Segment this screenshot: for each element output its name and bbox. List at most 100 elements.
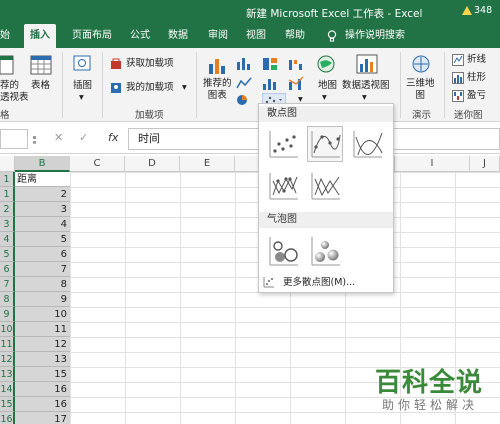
maps-button[interactable]: 地图 <box>318 80 337 92</box>
table-cell[interactable]: 16 <box>15 397 70 412</box>
scatter-straight-lines-option[interactable] <box>307 168 343 204</box>
scatter-basic-option[interactable] <box>265 126 301 162</box>
table-cell[interactable]: 5 <box>15 232 70 247</box>
table-cell[interactable]: 3 <box>15 202 70 217</box>
hierarchy-chart-icon[interactable] <box>262 56 278 70</box>
scatter-smooth-lines-option[interactable] <box>349 126 385 162</box>
table-cell[interactable]: 距离 <box>15 172 70 187</box>
row-header[interactable]: 1 <box>0 172 15 187</box>
row-header[interactable]: 8 <box>0 292 15 307</box>
column-chart-icon[interactable] <box>236 56 252 70</box>
my-addins-dropdown-icon[interactable]: ▾ <box>182 82 187 94</box>
watermark-title: 百科全说 <box>375 368 484 398</box>
row-header[interactable]: 9 <box>0 307 15 322</box>
illustrations-button[interactable]: 插图 <box>73 80 92 92</box>
warning-count: 348 <box>474 4 493 16</box>
select-all-corner[interactable] <box>0 156 15 172</box>
column-header-i[interactable]: I <box>395 156 470 172</box>
table-cell[interactable]: 12 <box>15 337 70 352</box>
table-cell[interactable]: 6 <box>15 247 70 262</box>
row-header[interactable]: 4 <box>0 232 15 247</box>
tab-formulas[interactable]: 公式 <box>130 24 150 48</box>
recommended-charts-icon[interactable] <box>206 54 228 76</box>
row-header[interactable]: 16 <box>0 412 15 424</box>
pivot-table-button[interactable]: 荐的 透视表 <box>0 80 29 104</box>
get-addins-button[interactable]: 获取加载项 <box>126 58 174 70</box>
separator <box>102 52 103 118</box>
recommended-charts-button[interactable]: 推荐的 图表 <box>203 78 232 102</box>
sparkline-column-icon <box>452 72 464 84</box>
row-header[interactable]: 6 <box>0 262 15 277</box>
row-header[interactable]: 15 <box>0 397 15 412</box>
illustrations-icon[interactable] <box>73 54 91 74</box>
table-cell[interactable]: 11 <box>15 322 70 337</box>
table-cell[interactable]: 15 <box>15 367 70 382</box>
table-cell[interactable]: 4 <box>15 217 70 232</box>
row-header[interactable]: 10 <box>0 322 15 337</box>
my-addins-button[interactable]: 我的加载项 <box>126 82 174 94</box>
enter-icon[interactable]: ✓ <box>79 131 88 144</box>
table-cell[interactable]: 7 <box>15 262 70 277</box>
tab-page-layout[interactable]: 页面布局 <box>72 24 112 48</box>
sparkline-winloss-button[interactable]: 盈亏 <box>467 90 486 102</box>
table-cell[interactable]: 16 <box>15 382 70 397</box>
more-scatter-charts-link[interactable]: 更多散点图(M)... <box>283 276 355 290</box>
table-icon[interactable] <box>30 54 52 76</box>
line-chart-icon[interactable] <box>236 76 252 90</box>
map3d-button[interactable]: 三维地 图 <box>406 78 435 102</box>
table-cell[interactable]: 13 <box>15 352 70 367</box>
tab-tell-me[interactable]: 操作说明搜索 <box>345 24 405 48</box>
sparkline-line-button[interactable]: 折线 <box>467 54 486 66</box>
row-header[interactable]: 11 <box>0 337 15 352</box>
scatter-straight-markers-option[interactable] <box>265 168 301 204</box>
row-header[interactable]: 13 <box>0 367 15 382</box>
pivot-chart-button[interactable]: 数据透视图 <box>342 80 390 92</box>
pie-chart-icon[interactable] <box>236 94 250 106</box>
map3d-icon[interactable] <box>410 54 432 74</box>
store-icon <box>111 58 121 69</box>
row-header[interactable]: 12 <box>0 352 15 367</box>
table-cell[interactable]: 17 <box>15 412 70 424</box>
row-header[interactable]: 1 <box>0 187 15 202</box>
cancel-icon[interactable]: ✕ <box>54 131 63 144</box>
bubble-option[interactable] <box>265 232 301 268</box>
scatter-smooth-markers-option[interactable] <box>307 126 343 162</box>
warning-badge[interactable]: 348 <box>462 2 500 18</box>
tab-help[interactable]: 帮助 <box>285 24 305 48</box>
sparkline-column-button[interactable]: 柱形 <box>467 72 486 84</box>
column-header-d[interactable]: D <box>125 156 180 172</box>
tab-data[interactable]: 数据 <box>168 24 188 48</box>
table-cell[interactable]: 10 <box>15 307 70 322</box>
statistic-chart-icon[interactable] <box>262 76 278 90</box>
column-header-b[interactable]: B <box>15 156 70 172</box>
row-header[interactable]: 3 <box>0 217 15 232</box>
bubble-3d-option[interactable] <box>307 232 343 268</box>
table-button[interactable]: 表格 <box>31 80 50 92</box>
watermark-subtitle: 助你轻松解决 <box>382 398 479 412</box>
tab-view[interactable]: 视图 <box>246 24 266 48</box>
tab-home[interactable]: 始 <box>0 24 10 48</box>
column-header-c[interactable]: C <box>70 156 125 172</box>
globe-icon[interactable] <box>316 54 336 74</box>
pivot-chart-icon[interactable] <box>356 54 378 74</box>
row-header[interactable]: 5 <box>0 247 15 262</box>
name-box[interactable] <box>0 129 28 149</box>
insert-function-button[interactable]: fx <box>108 131 118 144</box>
row-header[interactable]: 14 <box>0 382 15 397</box>
sparkline-winloss-icon <box>452 90 464 102</box>
combo-chart-icon[interactable] <box>288 76 304 90</box>
formula-bar-handle[interactable] <box>33 136 36 144</box>
table-cell[interactable]: 2 <box>15 187 70 202</box>
column-header-e[interactable]: E <box>180 156 235 172</box>
table-cell[interactable]: 8 <box>15 277 70 292</box>
column-header-j[interactable]: J <box>470 156 500 172</box>
table-cell[interactable]: 9 <box>15 292 70 307</box>
tab-insert[interactable]: 插入 <box>24 24 56 48</box>
window-title: 新建 Microsoft Excel 工作表 - Excel <box>246 8 423 20</box>
pivot-table-icon[interactable] <box>0 54 14 76</box>
waterfall-chart-icon[interactable] <box>288 56 304 70</box>
row-header[interactable]: 7 <box>0 277 15 292</box>
illustrations-dropdown-icon[interactable]: ▾ <box>79 92 84 104</box>
tab-review[interactable]: 审阅 <box>208 24 228 48</box>
row-header[interactable]: 2 <box>0 202 15 217</box>
